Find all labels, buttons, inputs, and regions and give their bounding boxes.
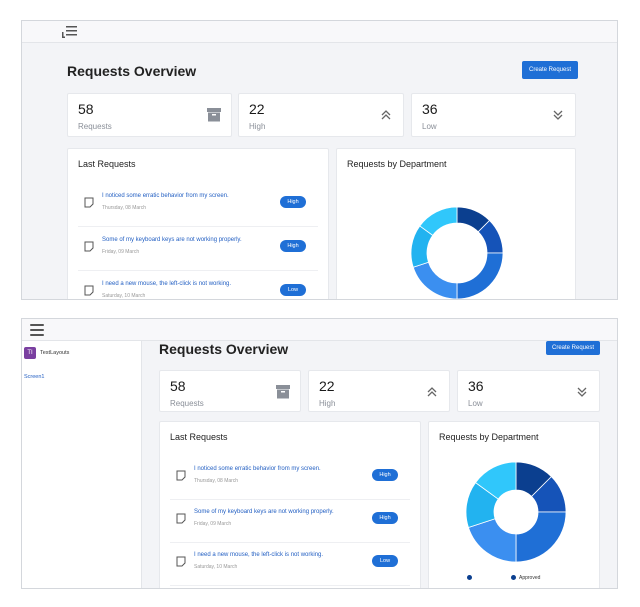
page-title: Requests Overview (159, 341, 289, 357)
request-date: Thursday, 08 March (194, 478, 239, 484)
create-request-button[interactable]: Create Request (522, 61, 578, 79)
document-icon (84, 285, 94, 296)
document-icon (176, 556, 186, 567)
chart-legend-item: Approved (511, 575, 540, 581)
stat-label: Requests (170, 399, 204, 408)
document-icon (176, 470, 186, 481)
department-donut-chart (465, 461, 567, 563)
stat-card-low: 36 Low (411, 93, 576, 137)
department-chart-card: Requests by Department (336, 148, 576, 299)
page-title: Requests Overview (67, 63, 197, 79)
stat-value: 58 (78, 101, 94, 117)
stat-label: Low (422, 122, 437, 131)
request-row[interactable]: I need a new mouse, the left-click is no… (170, 544, 410, 586)
stat-label: Low (468, 399, 483, 408)
project-name: TestLayouts (40, 350, 70, 356)
stat-card-high: 22 High (238, 93, 404, 137)
hamburger-menu-icon[interactable] (30, 324, 44, 336)
last-requests-card: Last Requests I noticed some erratic beh… (159, 421, 421, 588)
preview-frame-top: Requests Overview Create Request 58 Requ… (21, 20, 618, 300)
stat-card-low: 36 Low (457, 370, 600, 412)
priority-badge[interactable]: High (372, 512, 398, 524)
stat-value: 22 (249, 101, 265, 117)
department-chart-card: Requests by Department Approved (428, 421, 600, 588)
request-text[interactable]: I need a new mouse, the left-click is no… (194, 552, 323, 558)
chart-legend (467, 575, 475, 581)
legend-dot (467, 575, 472, 581)
create-request-button[interactable]: Create Request (546, 341, 600, 355)
project-avatar: TI (24, 347, 36, 359)
request-row[interactable]: Some of my keyboard keys are not working… (78, 229, 318, 271)
request-date: Thursday, 08 March (102, 205, 147, 211)
request-text[interactable]: I noticed some erratic behavior from my … (102, 193, 229, 199)
stat-label: Requests (78, 122, 112, 131)
card-title: Requests by Department (439, 432, 539, 442)
legend-label: Approved (519, 575, 541, 581)
stat-card-requests: 58 Requests (67, 93, 232, 137)
request-text[interactable]: I noticed some erratic behavior from my … (194, 466, 321, 472)
chevron-double-down-icon (577, 387, 587, 397)
card-title: Requests by Department (347, 159, 447, 169)
card-title: Last Requests (170, 432, 228, 442)
document-icon (84, 241, 94, 252)
stat-card-requests: 58 Requests (159, 370, 301, 412)
document-icon (176, 513, 186, 524)
top-bar (22, 21, 617, 43)
card-title: Last Requests (78, 159, 136, 169)
stat-label: High (319, 399, 336, 408)
request-row[interactable]: Some of my keyboard keys are not working… (170, 501, 410, 543)
department-donut-chart (410, 206, 504, 299)
preview-frame-bottom: TI TestLayouts Screen1 Requests Overview… (21, 318, 618, 589)
archive-icon (276, 385, 290, 399)
stat-value: 36 (422, 101, 438, 117)
legend-dot (511, 575, 516, 581)
document-icon (84, 197, 94, 208)
request-row[interactable]: I noticed some erratic behavior from my … (78, 185, 318, 227)
list-menu-icon[interactable] (62, 25, 78, 39)
priority-badge[interactable]: Low (372, 555, 398, 567)
request-text[interactable]: Some of my keyboard keys are not working… (194, 509, 334, 515)
request-text[interactable]: Some of my keyboard keys are not working… (102, 237, 242, 243)
request-date: Saturday, 10 March (194, 564, 238, 570)
request-row[interactable]: I need a new mouse, the left-click is no… (78, 273, 318, 299)
stat-value: 58 (170, 378, 186, 394)
last-requests-card: Last Requests I noticed some erratic beh… (67, 148, 329, 299)
stat-value: 36 (468, 378, 484, 394)
donut-slice (456, 252, 504, 299)
chevron-double-up-icon (427, 387, 437, 397)
top-bar (22, 319, 617, 341)
sidebar-item-screen1[interactable]: Screen1 (24, 374, 45, 380)
request-date: Saturday, 10 March (102, 293, 146, 299)
request-text[interactable]: I need a new mouse, the left-click is no… (102, 281, 231, 287)
stat-card-high: 22 High (308, 370, 450, 412)
stat-value: 22 (319, 378, 335, 394)
donut-slice (515, 511, 567, 563)
request-date: Friday, 09 March (102, 249, 140, 255)
sidebar: TI TestLayouts Screen1 (22, 341, 142, 588)
chevron-double-down-icon (553, 110, 563, 120)
chevron-double-up-icon (381, 110, 391, 120)
archive-icon (207, 108, 221, 122)
priority-badge[interactable]: High (372, 469, 398, 481)
donut-slice (412, 261, 458, 299)
priority-badge[interactable]: High (280, 240, 306, 252)
priority-badge[interactable]: Low (280, 284, 306, 296)
priority-badge[interactable]: High (280, 196, 306, 208)
request-row[interactable]: I noticed some erratic behavior from my … (170, 458, 410, 500)
stat-label: High (249, 122, 266, 131)
request-date: Friday, 09 March (194, 521, 232, 527)
